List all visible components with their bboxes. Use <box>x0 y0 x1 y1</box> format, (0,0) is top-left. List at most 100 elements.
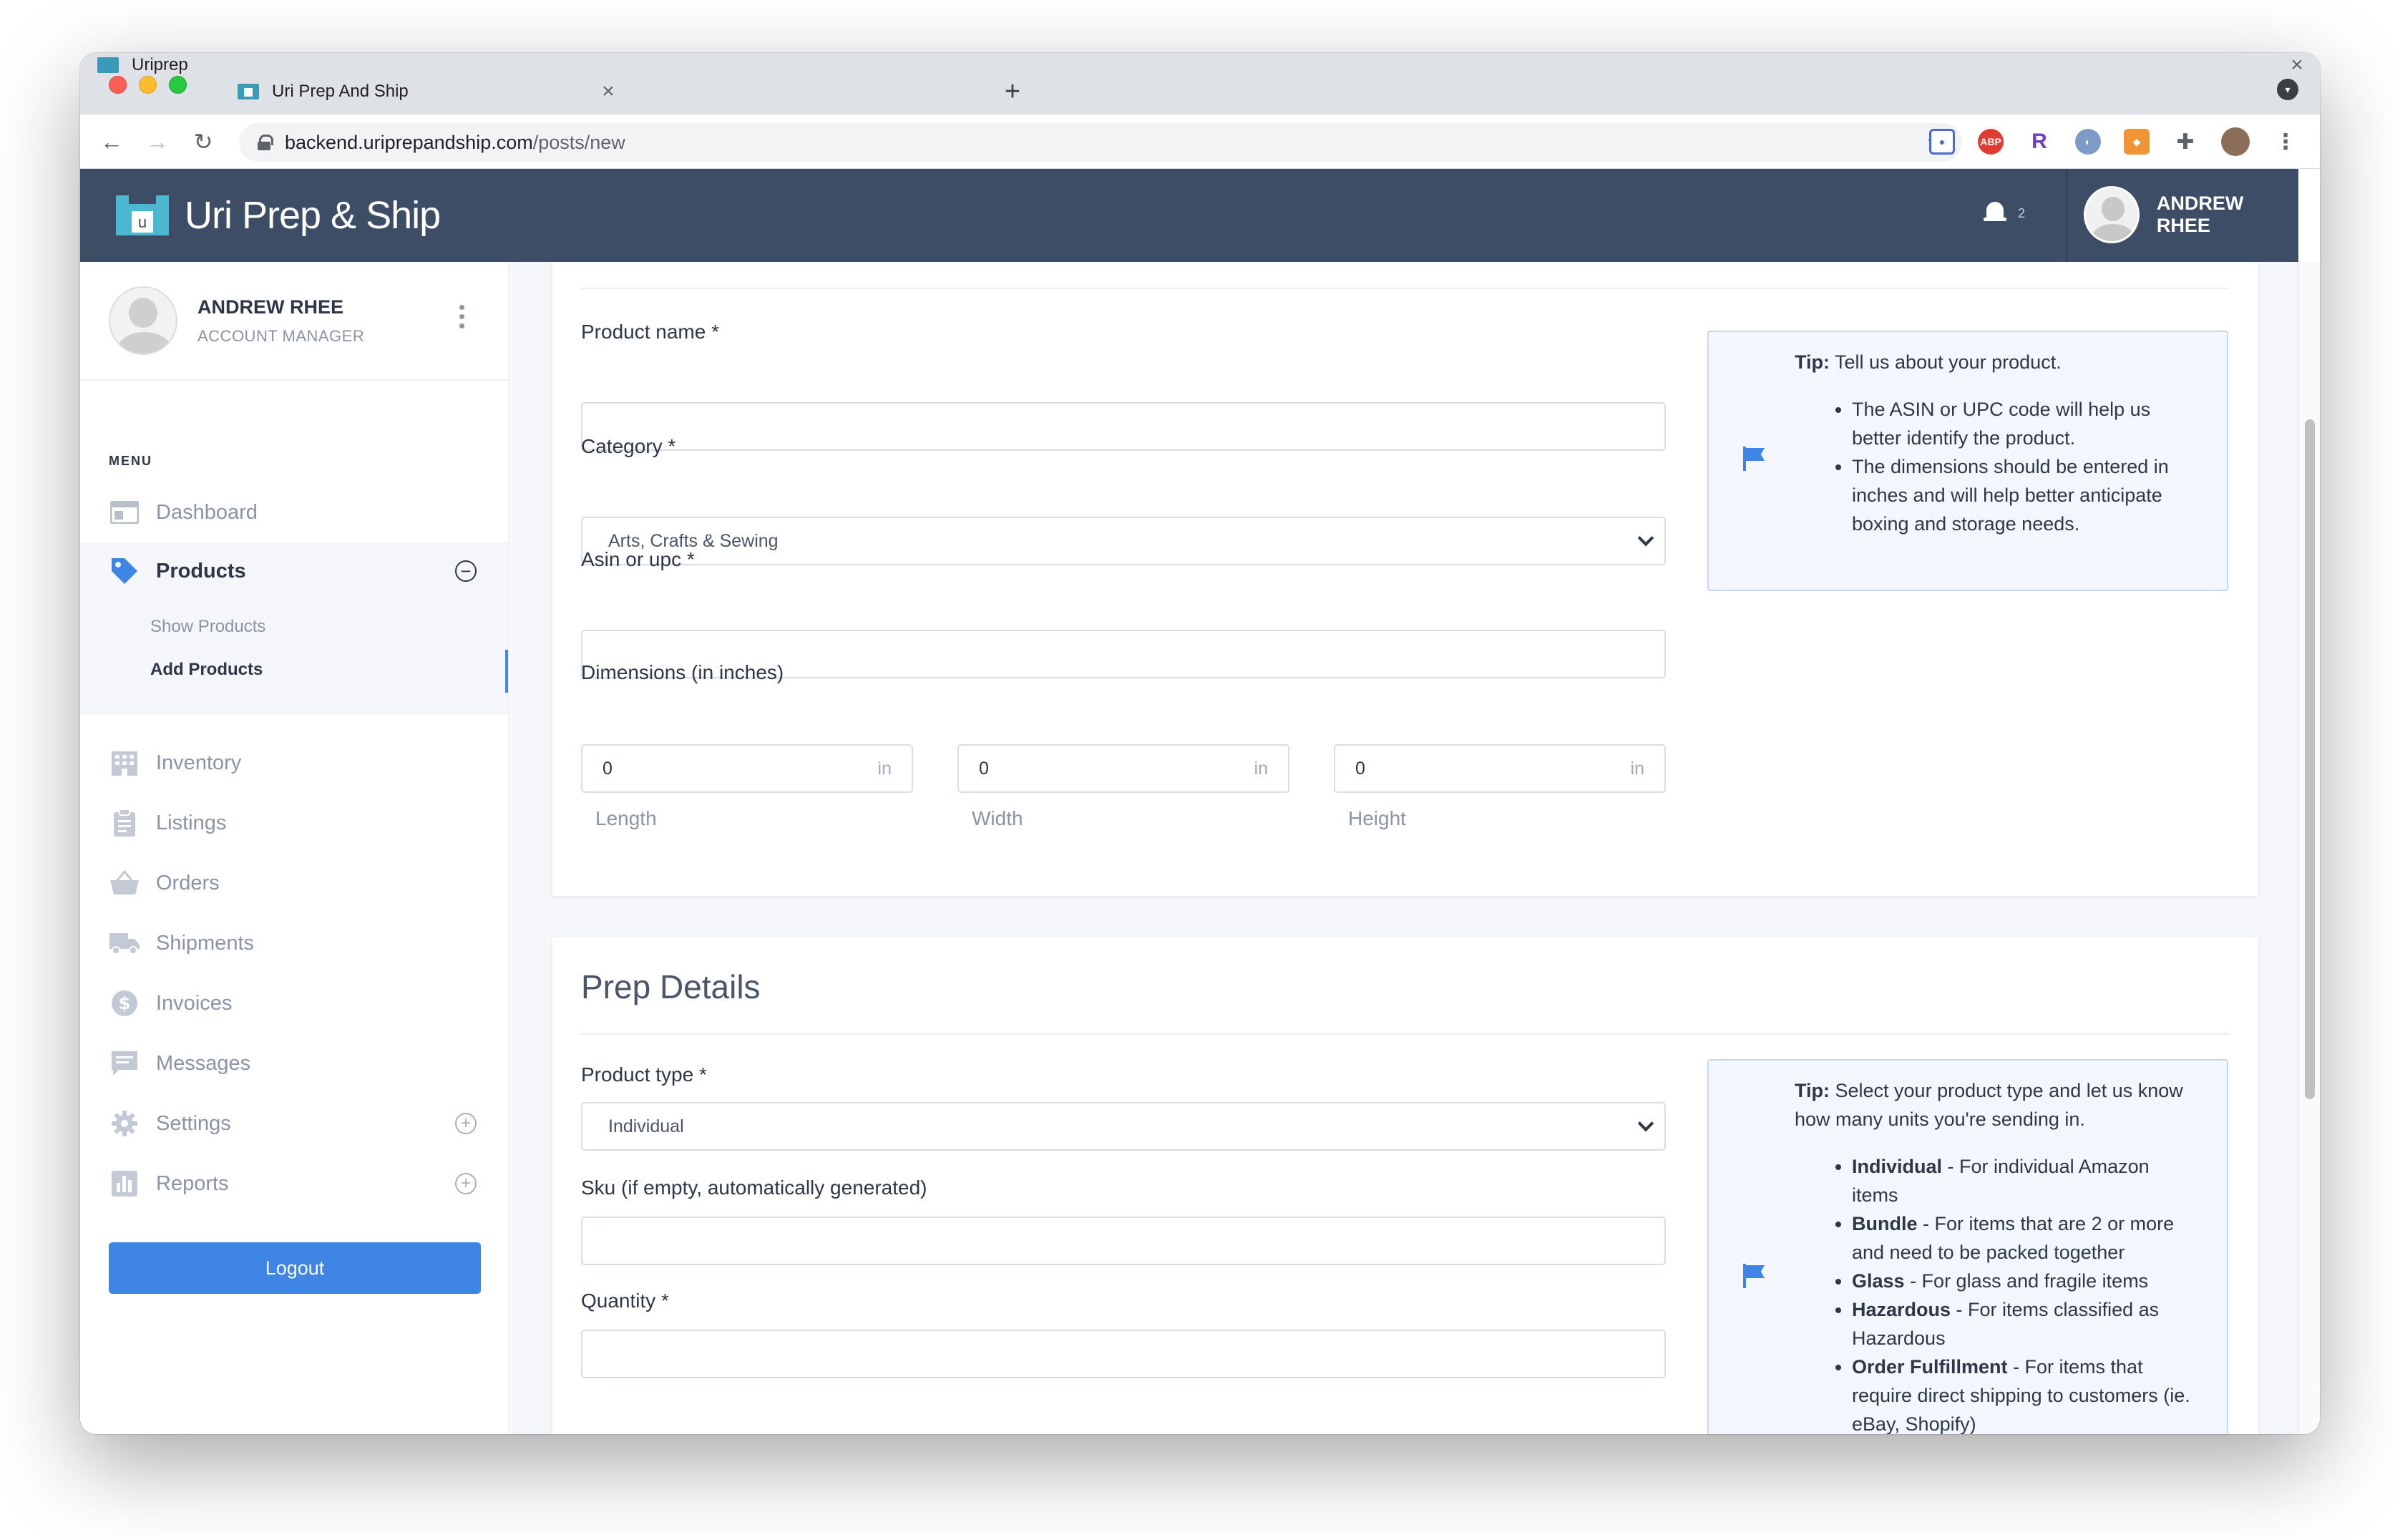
height-input[interactable]: 0 in <box>1334 744 1666 793</box>
sidebar-item-label: Orders <box>156 871 220 895</box>
products-group: Products − Show Products Add Products <box>80 542 508 714</box>
svg-text:$: $ <box>119 993 131 1013</box>
extension-user-icon[interactable]: ● <box>1929 129 1955 155</box>
site-favicon-icon <box>97 57 119 73</box>
sidebar-item-products[interactable]: Products − <box>80 542 508 600</box>
profile-avatar[interactable] <box>2221 127 2250 156</box>
sidebar-item-label: Invoices <box>156 991 233 1015</box>
close-tab-icon[interactable]: × <box>594 79 623 104</box>
unit-label: in <box>877 758 892 779</box>
maximize-window-button[interactable] <box>169 76 187 94</box>
back-arrow-icon[interactable]: ← <box>97 127 126 156</box>
unit-label: in <box>1630 758 1644 779</box>
globe-extension-icon[interactable]: ◐ <box>2075 129 2101 155</box>
brand[interactable]: u Uri Prep & Ship <box>116 193 441 238</box>
tip-bullet: Hazardous - For items classified as Haza… <box>1852 1295 2198 1353</box>
avatar <box>109 286 177 355</box>
sidebar-item-label: Dashboard <box>156 500 258 524</box>
flag-icon <box>1743 447 1766 471</box>
chevron-down-icon <box>1637 1115 1654 1132</box>
sidebar-item-messages[interactable]: Messages <box>80 1035 508 1092</box>
sidebar-item-dashboard[interactable]: Dashboard <box>80 484 508 541</box>
url-text[interactable]: backend.uriprepandship.com/posts/new <box>285 132 625 154</box>
page-scrollbar[interactable] <box>2298 262 2320 1434</box>
collapse-minus-icon[interactable]: − <box>455 560 477 582</box>
active-indicator <box>505 650 508 693</box>
metamask-fox-icon[interactable]: ◆ <box>2124 129 2150 155</box>
category-label: Category * <box>581 435 676 457</box>
close-tab-icon[interactable]: × <box>2283 53 2311 77</box>
height-value: 0 <box>1355 758 1365 779</box>
sidebar: ANDREW RHEE ACCOUNT MANAGER MENU Dashboa… <box>80 262 509 1434</box>
logout-button[interactable]: Logout <box>109 1242 481 1294</box>
scrollbar-thumb[interactable] <box>2305 419 2315 1099</box>
extensions-area: ● ABP R ◐ ◆ ✚ ⋮ <box>1929 125 2298 159</box>
product-info-card: Product name * Category * Arts, Crafts &… <box>552 262 2258 896</box>
sidebar-subitem-show-products[interactable]: Show Products <box>150 617 265 637</box>
sidebar-item-reports[interactable]: Reports + <box>80 1155 508 1212</box>
sidebar-item-label: Shipments <box>156 931 255 955</box>
sidebar-item-label: Messages <box>156 1051 251 1075</box>
product-type-label: Product type * <box>581 1063 707 1086</box>
tag-icon <box>109 557 140 585</box>
sidebar-subitem-add-products[interactable]: Add Products <box>150 660 263 680</box>
close-window-button[interactable] <box>109 76 127 94</box>
dashboard-icon <box>109 498 140 527</box>
address-bar[interactable]: backend.uriprepandship.com/posts/new ☆ <box>239 123 1962 162</box>
sku-input[interactable] <box>581 1217 1666 1265</box>
sidebar-item-inventory[interactable]: Inventory <box>80 734 508 791</box>
header-user-name: ANDREW RHEE <box>2156 192 2244 236</box>
building-icon <box>109 749 140 777</box>
minimize-window-button[interactable] <box>139 76 157 94</box>
tab-title: Uri Prep And Ship <box>272 82 409 101</box>
sidebar-item-shipments[interactable]: Shipments <box>80 915 508 972</box>
tip-content: Tip: Select your product type and let us… <box>1795 1076 2198 1434</box>
browser-menu-icon[interactable]: ⋮ <box>2273 129 2298 155</box>
forward-arrow-icon[interactable]: → <box>143 127 172 156</box>
sidebar-item-orders[interactable]: Orders <box>80 854 508 912</box>
truck-icon <box>109 929 140 957</box>
kebab-menu-icon[interactable] <box>459 305 465 333</box>
r-extension-icon[interactable]: R <box>2026 129 2052 155</box>
notifications[interactable]: 2 <box>1984 200 2025 226</box>
new-tab-button[interactable]: + <box>995 69 1030 114</box>
sidebar-item-label: Inventory <box>156 751 242 774</box>
sku-label: Sku (if empty, automatically generated) <box>581 1176 927 1199</box>
product-type-select[interactable]: Individual <box>581 1102 1666 1151</box>
tip-bullet: Order Fulfillment - For items that requi… <box>1852 1353 2198 1434</box>
tip-bullet: Bundle - For items that are 2 or more an… <box>1852 1209 2198 1267</box>
product-name-input[interactable] <box>581 402 1666 451</box>
expand-plus-icon[interactable]: + <box>455 1113 477 1134</box>
tip-bullet: Individual - For individual Amazon items <box>1852 1152 2198 1209</box>
width-value: 0 <box>979 758 989 779</box>
reload-icon[interactable]: ↻ <box>189 127 218 156</box>
length-input[interactable]: 0 in <box>581 744 913 793</box>
site-favicon-icon <box>238 84 259 99</box>
product-tip-box: Tip: Tell us about your product. The ASI… <box>1707 331 2228 591</box>
sidebar-item-settings[interactable]: Settings + <box>80 1095 508 1152</box>
sidebar-user: ANDREW RHEE ACCOUNT MANAGER <box>109 286 364 355</box>
category-select[interactable]: Arts, Crafts & Sewing <box>581 517 1666 565</box>
basket-icon <box>109 869 140 897</box>
height-caption: Height <box>1348 807 1406 829</box>
menu-label: MENU <box>109 454 152 468</box>
product-name-label: Product name * <box>581 321 719 343</box>
sidebar-item-invoices[interactable]: $ Invoices <box>80 975 508 1032</box>
sidebar-item-listings[interactable]: Listings <box>80 794 508 852</box>
expand-plus-icon[interactable]: + <box>455 1173 477 1194</box>
divider <box>581 1033 2230 1035</box>
puzzle-extensions-icon[interactable]: ✚ <box>2172 129 2198 155</box>
sidebar-item-label: Listings <box>156 811 227 834</box>
adblock-plus-icon[interactable]: ABP <box>1978 129 2004 155</box>
quantity-label: Quantity * <box>581 1290 669 1312</box>
tab-search-chevron-icon[interactable]: ▾ <box>2277 79 2298 100</box>
header-user-menu[interactable]: ANDREW RHEE <box>2084 186 2298 243</box>
tab-uri-prep-and-ship[interactable]: Uri Prep And Ship × <box>220 69 631 114</box>
section-title: Prep Details <box>581 968 761 1005</box>
quantity-input[interactable] <box>581 1330 1666 1378</box>
chart-icon <box>109 1169 140 1198</box>
width-input[interactable]: 0 in <box>957 744 1289 793</box>
sidebar-user-name: ANDREW RHEE <box>197 296 344 318</box>
header-divider <box>2066 169 2067 262</box>
window-controls <box>109 76 187 94</box>
